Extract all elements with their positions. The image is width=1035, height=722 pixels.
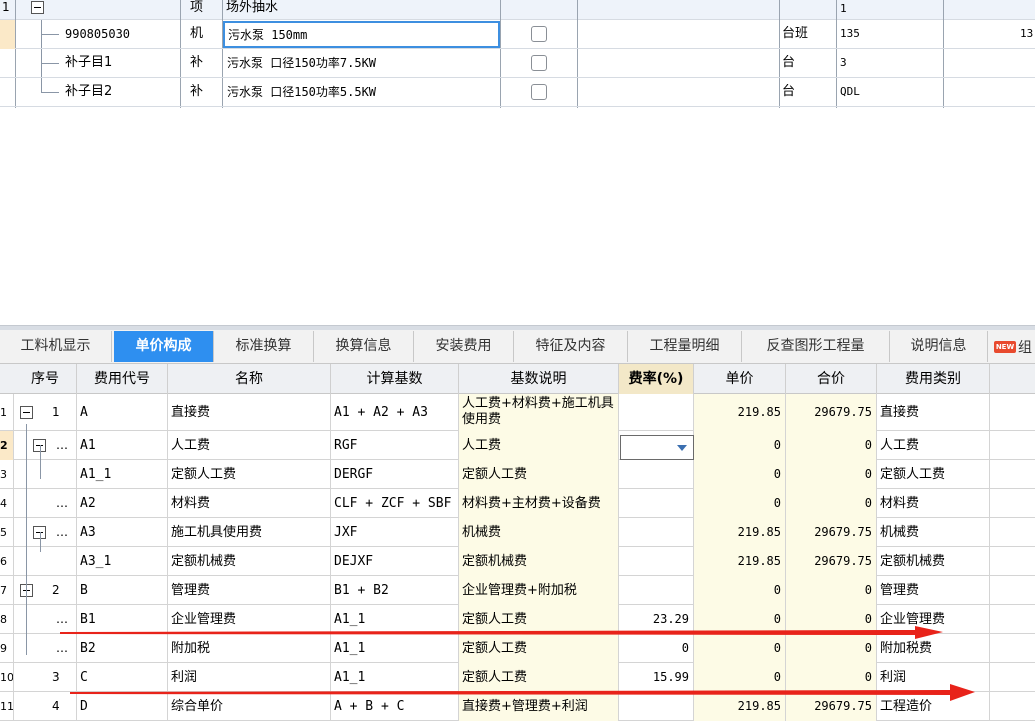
- red-arrow-2: [70, 684, 975, 701]
- annotation-arrows: [60, 626, 975, 701]
- red-arrow-1: [60, 626, 943, 639]
